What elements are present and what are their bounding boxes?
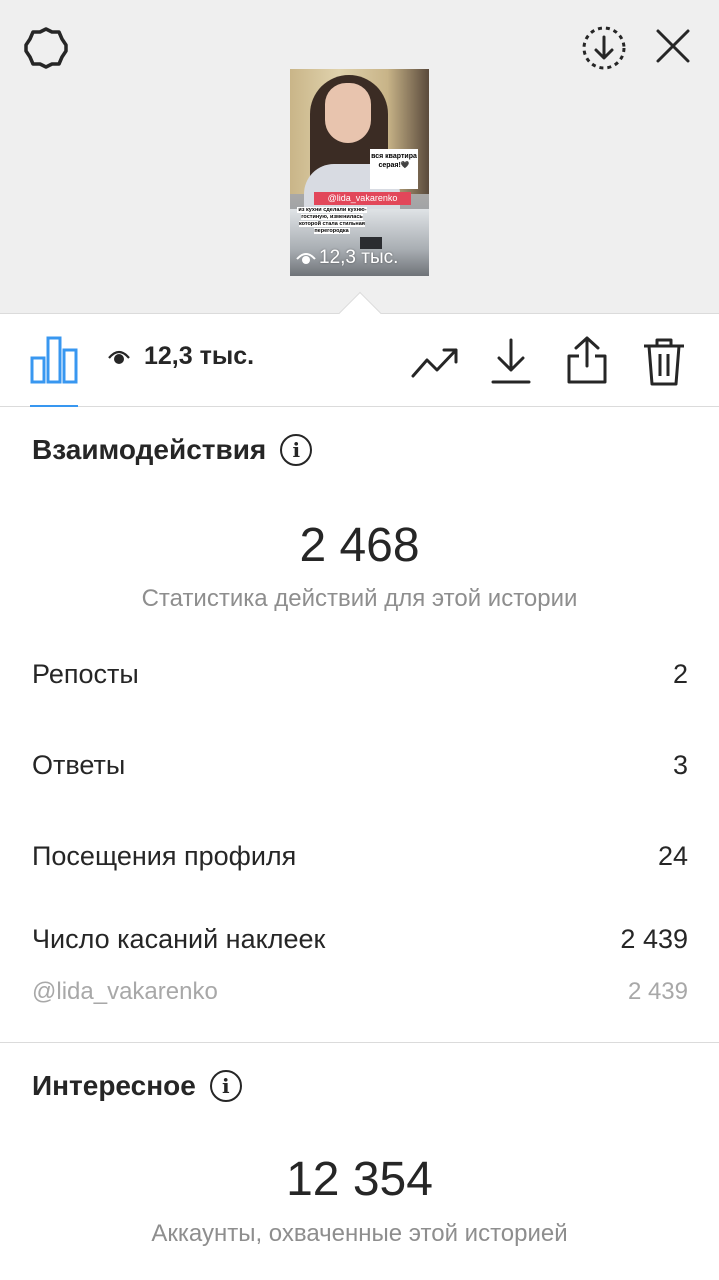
close-button[interactable] — [645, 18, 701, 74]
save-story-button[interactable] — [576, 20, 632, 76]
interactions-header: Взаимодействия i — [32, 434, 313, 466]
section-divider — [0, 1042, 719, 1043]
info-icon[interactable]: i — [280, 434, 313, 466]
stat-label: Посещения профиля — [32, 841, 297, 871]
eye-icon — [108, 350, 130, 364]
stat-row-sticker-mention[interactable]: @lida_vakarenko 2 439 — [32, 978, 688, 1006]
stat-label: @lida_vakarenko — [32, 978, 218, 1005]
story-preview-area: вся квартира серая!🖤 @lida_vakarenko из … — [0, 0, 719, 313]
download-icon — [491, 338, 531, 384]
stat-row-reposts: Репосты 2 — [32, 659, 688, 690]
stat-value: 3 — [672, 750, 688, 780]
close-icon — [656, 29, 690, 63]
gear-icon — [24, 27, 68, 69]
viewers-button[interactable]: 12,3 тыс. — [108, 342, 254, 371]
delete-button[interactable] — [640, 336, 688, 388]
insights-tab[interactable] — [30, 334, 78, 384]
info-icon[interactable]: i — [209, 1070, 242, 1102]
views-count: 12,3 тыс. — [144, 342, 255, 370]
stat-value: 24 — [657, 841, 688, 871]
story-views-overlay: 12,3 тыс. — [296, 247, 398, 269]
trash-icon — [644, 338, 684, 386]
discovery-header: Интересное i — [32, 1070, 242, 1102]
stat-label: Репосты — [32, 659, 139, 689]
stat-value: 2 — [672, 659, 688, 689]
story-text-sticker: вся квартира серая!🖤 — [370, 149, 418, 189]
share-icon — [567, 336, 607, 384]
stat-value: 2 439 — [627, 978, 688, 1005]
promote-button[interactable] — [410, 340, 460, 384]
download-button[interactable] — [489, 336, 533, 386]
interactions-title: Взаимодействия — [32, 434, 267, 465]
stat-label: Ответы — [32, 750, 126, 780]
story-views-count: 12,3 тыс. — [319, 247, 399, 268]
settings-button[interactable] — [18, 20, 74, 76]
story-thumbnail[interactable]: вся квартира серая!🖤 @lida_vakarenko из … — [290, 69, 429, 276]
stat-row-profile-visits: Посещения профиля 24 — [32, 841, 688, 872]
discovery-total: 12 354 — [286, 1153, 433, 1206]
active-tab-indicator — [30, 405, 78, 407]
discovery-subtitle: Аккаунты, охваченные этой историей — [151, 1220, 568, 1247]
story-caption-text: из кухни сделали кухню-гостиную, изменил… — [297, 207, 367, 234]
discovery-title: Интересное — [32, 1070, 196, 1101]
interactions-subtitle: Статистика действий для этой истории — [141, 585, 578, 612]
trending-up-icon — [411, 348, 458, 378]
circle-download-icon — [582, 26, 626, 70]
story-caption-sticker: из кухни сделали кухню-гостиную, изменил… — [292, 207, 372, 249]
share-button[interactable] — [563, 334, 611, 386]
stat-row-sticker-taps: Число касаний наклеек 2 439 — [32, 924, 688, 955]
stat-value: 2 439 — [620, 924, 688, 954]
story-mention-sticker: @lida_vakarenko — [314, 192, 411, 205]
bar-chart-icon — [30, 336, 78, 384]
stat-row-replies: Ответы 3 — [32, 750, 688, 781]
stat-label: Число касаний наклеек — [32, 924, 326, 954]
story-person-face — [325, 83, 371, 143]
interactions-total: 2 468 — [299, 519, 420, 572]
eye-icon — [296, 253, 316, 264]
